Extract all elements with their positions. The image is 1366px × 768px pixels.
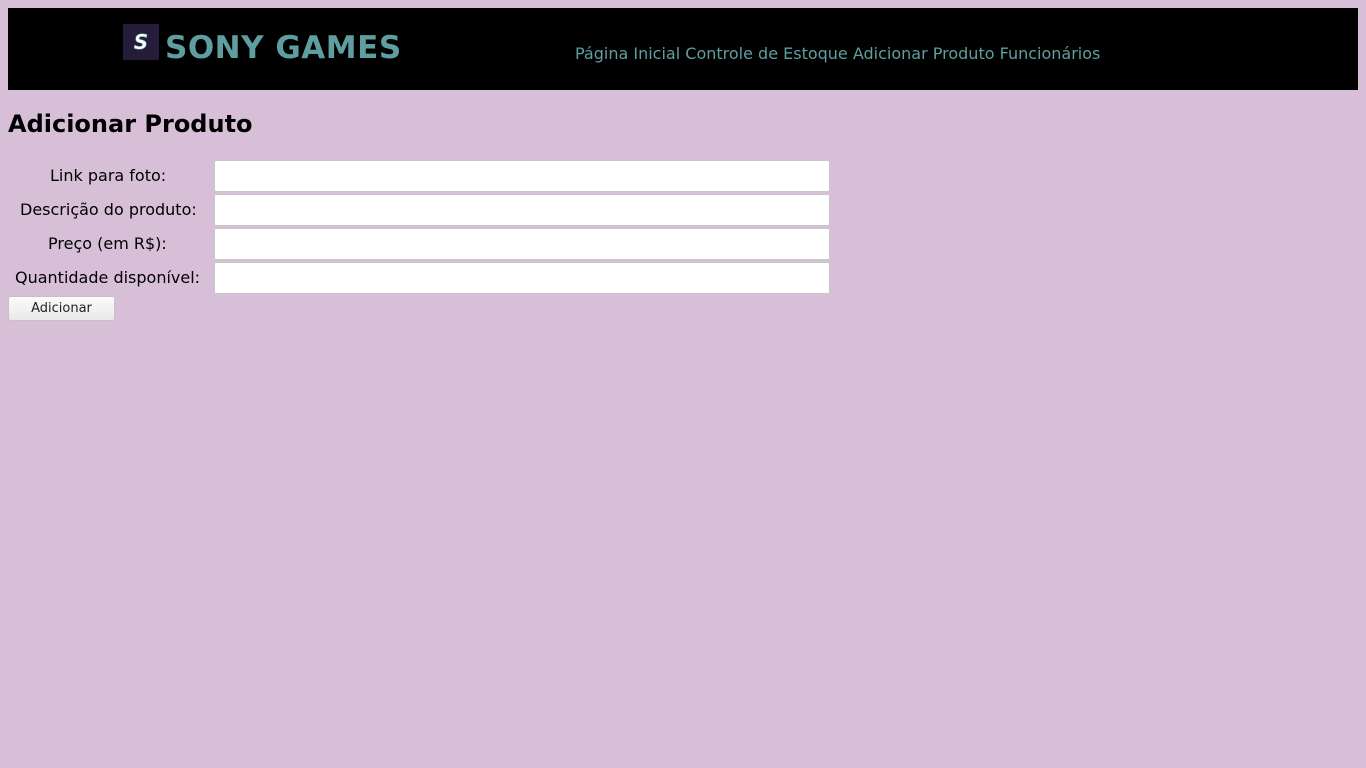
available-quantity-input[interactable] — [214, 262, 830, 294]
price-label: Preço (em R$): — [48, 234, 167, 253]
logo-s-glyph: S — [123, 24, 159, 60]
nav-link-adicionar-produto[interactable]: Adicionar Produto — [853, 44, 995, 63]
product-description-input[interactable] — [214, 194, 830, 226]
nav-link-funcionarios[interactable]: Funcionários — [1000, 44, 1101, 63]
photo-link-input[interactable] — [214, 160, 830, 192]
photo-link-label: Link para foto: — [50, 166, 167, 185]
sony-games-logo-icon: S — [123, 24, 159, 60]
brand-name: SONY GAMES — [165, 30, 402, 66]
page-title: Adicionar Produto — [8, 110, 253, 138]
available-quantity-label: Quantidade disponível: — [15, 268, 201, 287]
product-description-label: Descrição do produto: — [20, 200, 197, 219]
add-button[interactable]: Adicionar — [8, 296, 115, 321]
logo-letter: S — [134, 30, 148, 54]
site-header: S SONY GAMES Página Inicial Controle de … — [8, 8, 1358, 90]
nav-link-controle-de-estoque[interactable]: Controle de Estoque — [685, 44, 848, 63]
nav-link-pagina-inicial[interactable]: Página Inicial — [575, 44, 680, 63]
price-input[interactable] — [214, 228, 830, 260]
main-nav: Página Inicial Controle de Estoque Adici… — [575, 44, 1100, 64]
